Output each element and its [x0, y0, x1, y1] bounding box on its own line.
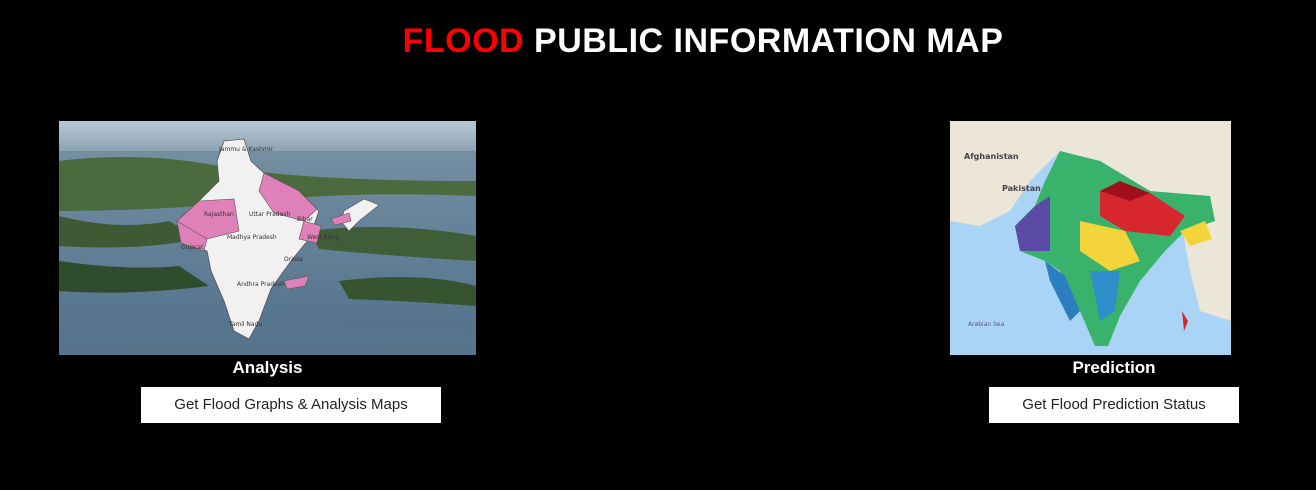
svg-text:Afghanistan: Afghanistan: [964, 152, 1019, 161]
india-rainfall-heatmap-icon: Afghanistan Pakistan Arabian Sea: [950, 121, 1231, 355]
flood-prediction-button[interactable]: Get Flood Prediction Status: [989, 387, 1239, 423]
india-flood-states-map-icon: Jammu & Kashmir Rajasthan Uttar Pradesh …: [59, 121, 476, 355]
prediction-card: Afghanistan Pakistan Arabian Sea Predict…: [950, 121, 1239, 423]
analysis-card: Jammu & Kashmir Rajasthan Uttar Pradesh …: [59, 121, 476, 423]
svg-text:Gujarat: Gujarat: [181, 244, 204, 251]
title-accent: FLOOD: [402, 22, 525, 60]
prediction-image-link[interactable]: Afghanistan Pakistan Arabian Sea: [950, 121, 1231, 355]
svg-text:Uttar Pradesh: Uttar Pradesh: [249, 211, 290, 218]
svg-text:Pakistan: Pakistan: [1002, 184, 1041, 193]
svg-text:Jammu & Kashmir: Jammu & Kashmir: [218, 146, 273, 153]
svg-text:Orissa: Orissa: [284, 256, 303, 263]
svg-text:Rajasthan: Rajasthan: [204, 211, 234, 218]
svg-text:Andhra Pradesh: Andhra Pradesh: [237, 281, 285, 288]
svg-text:West Beng: West Beng: [307, 234, 339, 241]
analysis-label: Analysis: [232, 358, 303, 377]
svg-text:Arabian Sea: Arabian Sea: [968, 321, 1005, 328]
prediction-label: Prediction: [1072, 358, 1156, 377]
analysis-image-link[interactable]: Jammu & Kashmir Rajasthan Uttar Pradesh …: [59, 121, 476, 355]
page-title: FLOOD PUBLIC INFORMATION MAP: [0, 22, 1316, 61]
page: FLOOD PUBLIC INFORMATION MAP Jammu & Kas…: [0, 0, 1316, 490]
svg-text:Madhya Pradesh: Madhya Pradesh: [227, 234, 277, 241]
svg-text:Bihar: Bihar: [297, 216, 313, 223]
title-rest: PUBLIC INFORMATION MAP: [534, 22, 1004, 60]
flood-graphs-button[interactable]: Get Flood Graphs & Analysis Maps: [141, 387, 441, 423]
svg-text:Tamil Nadu: Tamil Nadu: [228, 321, 262, 328]
